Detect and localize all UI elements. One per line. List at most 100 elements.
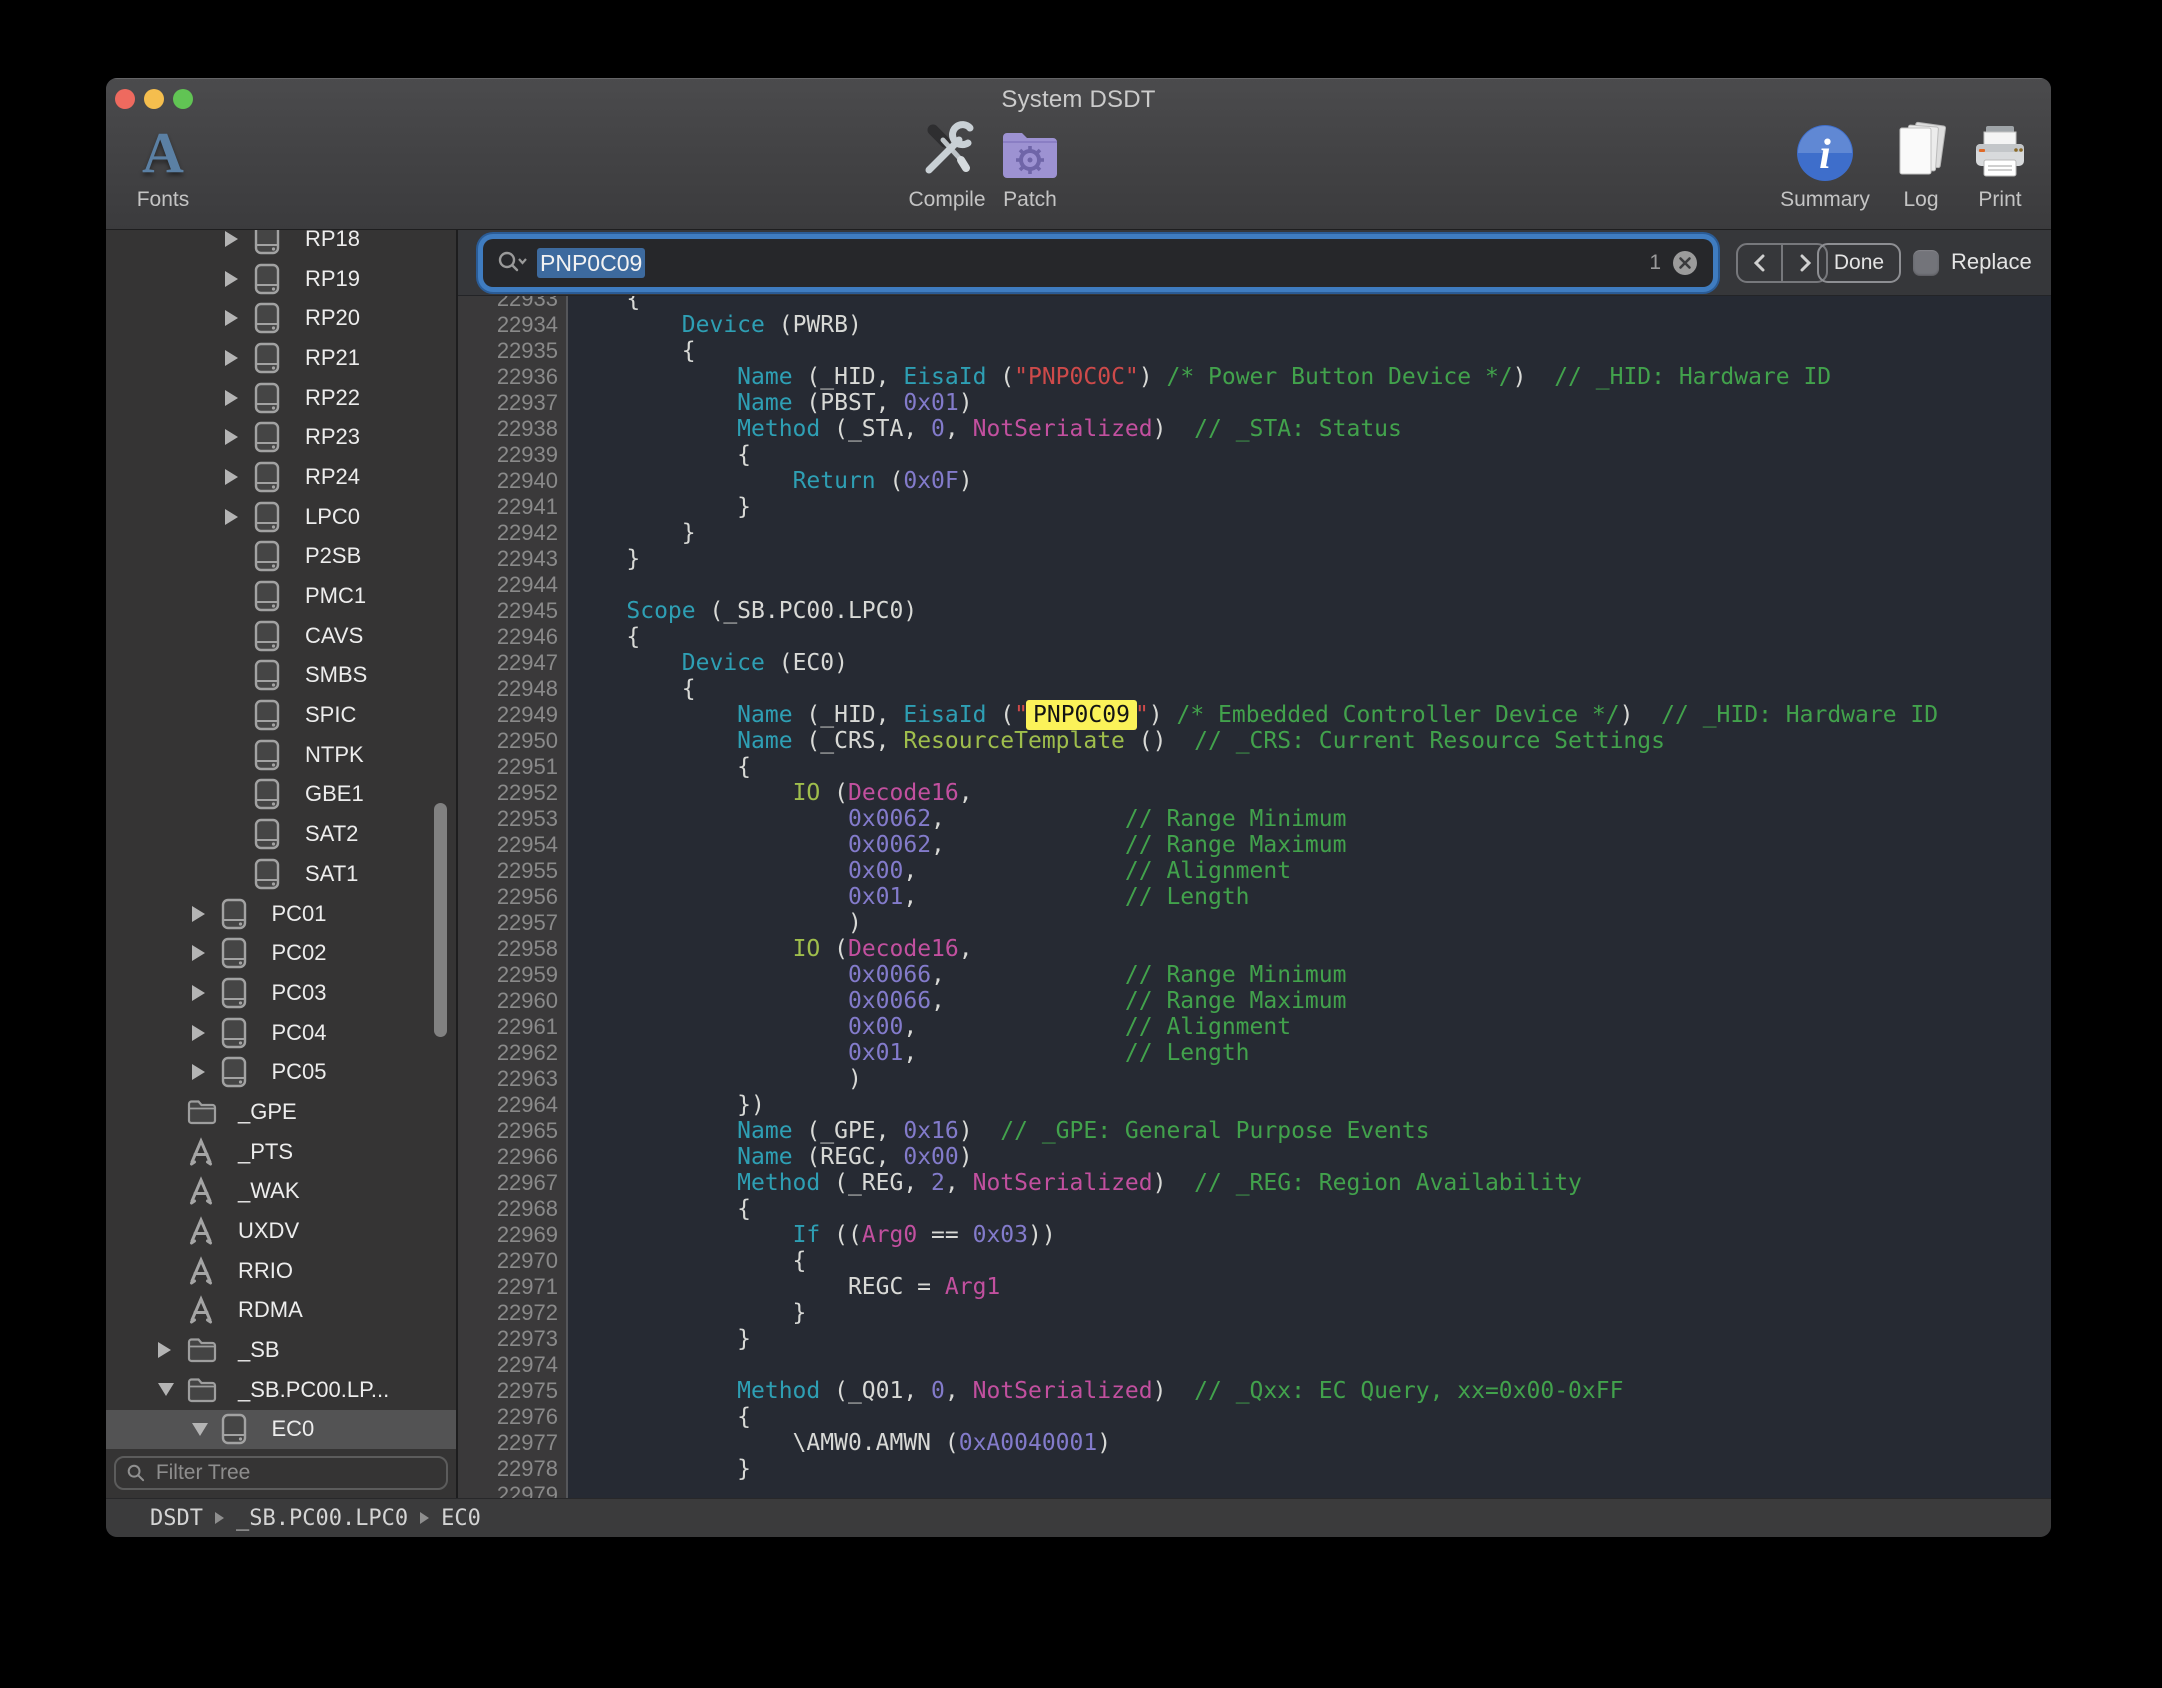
done-button[interactable]: Done (1817, 243, 1901, 283)
tree-item-pc02[interactable]: PC02 (106, 933, 456, 973)
disclosure-expanded-icon[interactable] (192, 1423, 208, 1436)
breadcrumb: DSDT _SB.PC00.LPC0 EC0 (106, 1498, 2051, 1537)
disclosure-collapsed-icon[interactable] (225, 271, 238, 287)
device-icon (221, 1056, 247, 1088)
compile-button[interactable]: Compile (902, 116, 992, 212)
device-icon (254, 501, 280, 533)
disclosure-collapsed-icon[interactable] (192, 985, 205, 1001)
window-titlebar[interactable]: System DSDT A Fonts Compile (106, 78, 2051, 230)
tree-item-label: PC04 (272, 1020, 327, 1046)
sidebar-scrollbar-thumb[interactable] (434, 803, 447, 1037)
summary-button[interactable]: i Summary (1770, 116, 1880, 212)
disclosure-expanded-icon[interactable] (158, 1383, 174, 1396)
tree-item-pc05[interactable]: PC05 (106, 1052, 456, 1092)
breadcrumb-scope[interactable]: _SB.PC00.LPC0 (236, 1506, 408, 1531)
method-icon (187, 1256, 215, 1286)
print-button[interactable]: Print (1958, 116, 2042, 212)
tree-item-p2sb[interactable]: P2SB (106, 537, 456, 577)
tree-item-label: P2SB (305, 543, 361, 569)
tree-item-label: RP18 (305, 230, 360, 252)
replace-label: Replace (1951, 249, 2032, 275)
tree-item-rp20[interactable]: RP20 (106, 298, 456, 338)
disclosure-collapsed-icon[interactable] (225, 469, 238, 485)
disclosure-collapsed-icon[interactable] (225, 509, 238, 525)
disclosure-collapsed-icon[interactable] (225, 310, 238, 326)
code-line: 22964 }) (458, 1092, 2051, 1118)
fonts-button[interactable]: A Fonts (120, 116, 206, 212)
code-line: 22943 } (458, 546, 2051, 572)
line-number: 22936 (458, 364, 568, 390)
print-icon (1970, 116, 2030, 182)
code-line: 22949 Name (_HID, EisaId ("PNP0C09") /* … (458, 702, 2051, 728)
find-previous-button[interactable] (1738, 245, 1781, 281)
tree-item-label: NTPK (305, 742, 364, 768)
search-field[interactable]: PNP0C09 1 (483, 239, 1713, 287)
line-number: 22952 (458, 780, 568, 806)
tree-item-rp18[interactable]: RP18 (106, 230, 456, 259)
tree-item-pmc1[interactable]: PMC1 (106, 576, 456, 616)
clear-search-icon[interactable] (1671, 249, 1699, 277)
device-icon (221, 937, 247, 969)
tree-item-uxdv[interactable]: UXDV (106, 1211, 456, 1251)
tree-item-ec0[interactable]: EC0 (106, 1410, 456, 1450)
tree-item-rp21[interactable]: RP21 (106, 338, 456, 378)
tree-item-smbs[interactable]: SMBS (106, 656, 456, 696)
disclosure-collapsed-icon[interactable] (225, 429, 238, 445)
disclosure-collapsed-icon[interactable] (192, 906, 205, 922)
tree-item-pc01[interactable]: PC01 (106, 894, 456, 934)
tree-item-sat1[interactable]: SAT1 (106, 854, 456, 894)
disclosure-collapsed-icon[interactable] (225, 390, 238, 406)
disclosure-collapsed-icon[interactable] (225, 350, 238, 366)
code-line: 22945 Scope (_SB.PC00.LPC0) (458, 598, 2051, 624)
breadcrumb-device[interactable]: EC0 (441, 1506, 481, 1531)
tree-item--pts[interactable]: _PTS (106, 1132, 456, 1172)
filter-tree-input[interactable] (154, 1460, 446, 1486)
tree-item-pc04[interactable]: PC04 (106, 1013, 456, 1053)
search-options-icon[interactable] (497, 250, 527, 276)
disclosure-collapsed-icon[interactable] (158, 1342, 171, 1358)
tree-item-label: RDMA (238, 1297, 303, 1323)
disclosure-collapsed-icon[interactable] (192, 1025, 205, 1041)
tree-item-rp22[interactable]: RP22 (106, 378, 456, 418)
tree-item-label: _PTS (238, 1139, 293, 1165)
match-count: 1 (1649, 251, 1661, 275)
tree-item--sb[interactable]: _SB (106, 1330, 456, 1370)
code-line: 22967 Method (_REG, 2, NotSerialized) //… (458, 1170, 2051, 1196)
line-number: 22976 (458, 1404, 568, 1430)
tree-item-label: PC05 (272, 1059, 327, 1085)
breadcrumb-root[interactable]: DSDT (150, 1506, 203, 1531)
line-number: 22944 (458, 572, 568, 598)
tree-item-label: SAT2 (305, 821, 358, 847)
replace-checkbox[interactable] (1913, 250, 1939, 276)
tree-item-pc03[interactable]: PC03 (106, 973, 456, 1013)
code-line: 22957 ) (458, 910, 2051, 936)
tree-item--gpe[interactable]: _GPE (106, 1092, 456, 1132)
tree-item-spic[interactable]: SPIC (106, 695, 456, 735)
device-icon (221, 977, 247, 1009)
log-button[interactable]: Log (1886, 116, 1956, 212)
line-number: 22939 (458, 442, 568, 468)
tree-item-lpc0[interactable]: LPC0 (106, 497, 456, 537)
tree-item-rp23[interactable]: RP23 (106, 417, 456, 457)
code-editor[interactable]: 22933 {22934 Device (PWRB)22935 {22936 N… (458, 296, 2051, 1498)
line-number: 22978 (458, 1456, 568, 1482)
tree-item-label: UXDV (238, 1218, 299, 1244)
tree-item-rp24[interactable]: RP24 (106, 457, 456, 497)
line-number: 22937 (458, 390, 568, 416)
tree-item--wak[interactable]: _WAK (106, 1172, 456, 1212)
tree-item-sat2[interactable]: SAT2 (106, 814, 456, 854)
tree-item-rdma[interactable]: RDMA (106, 1291, 456, 1331)
tree-item-rp19[interactable]: RP19 (106, 259, 456, 299)
line-number: 22934 (458, 312, 568, 338)
disclosure-collapsed-icon[interactable] (192, 945, 205, 961)
tree-item--sb-pc00-lp-[interactable]: _SB.PC00.LP... (106, 1370, 456, 1410)
tree-item-ntpk[interactable]: NTPK (106, 735, 456, 775)
patch-button[interactable]: Patch (990, 116, 1070, 212)
tree-item-cavs[interactable]: CAVS (106, 616, 456, 656)
compile-tools-icon (915, 116, 979, 182)
filter-tree-field[interactable] (114, 1456, 448, 1490)
tree-item-rrio[interactable]: RRIO (106, 1251, 456, 1291)
disclosure-collapsed-icon[interactable] (192, 1064, 205, 1080)
disclosure-collapsed-icon[interactable] (225, 231, 238, 247)
tree-item-gbe1[interactable]: GBE1 (106, 775, 456, 815)
